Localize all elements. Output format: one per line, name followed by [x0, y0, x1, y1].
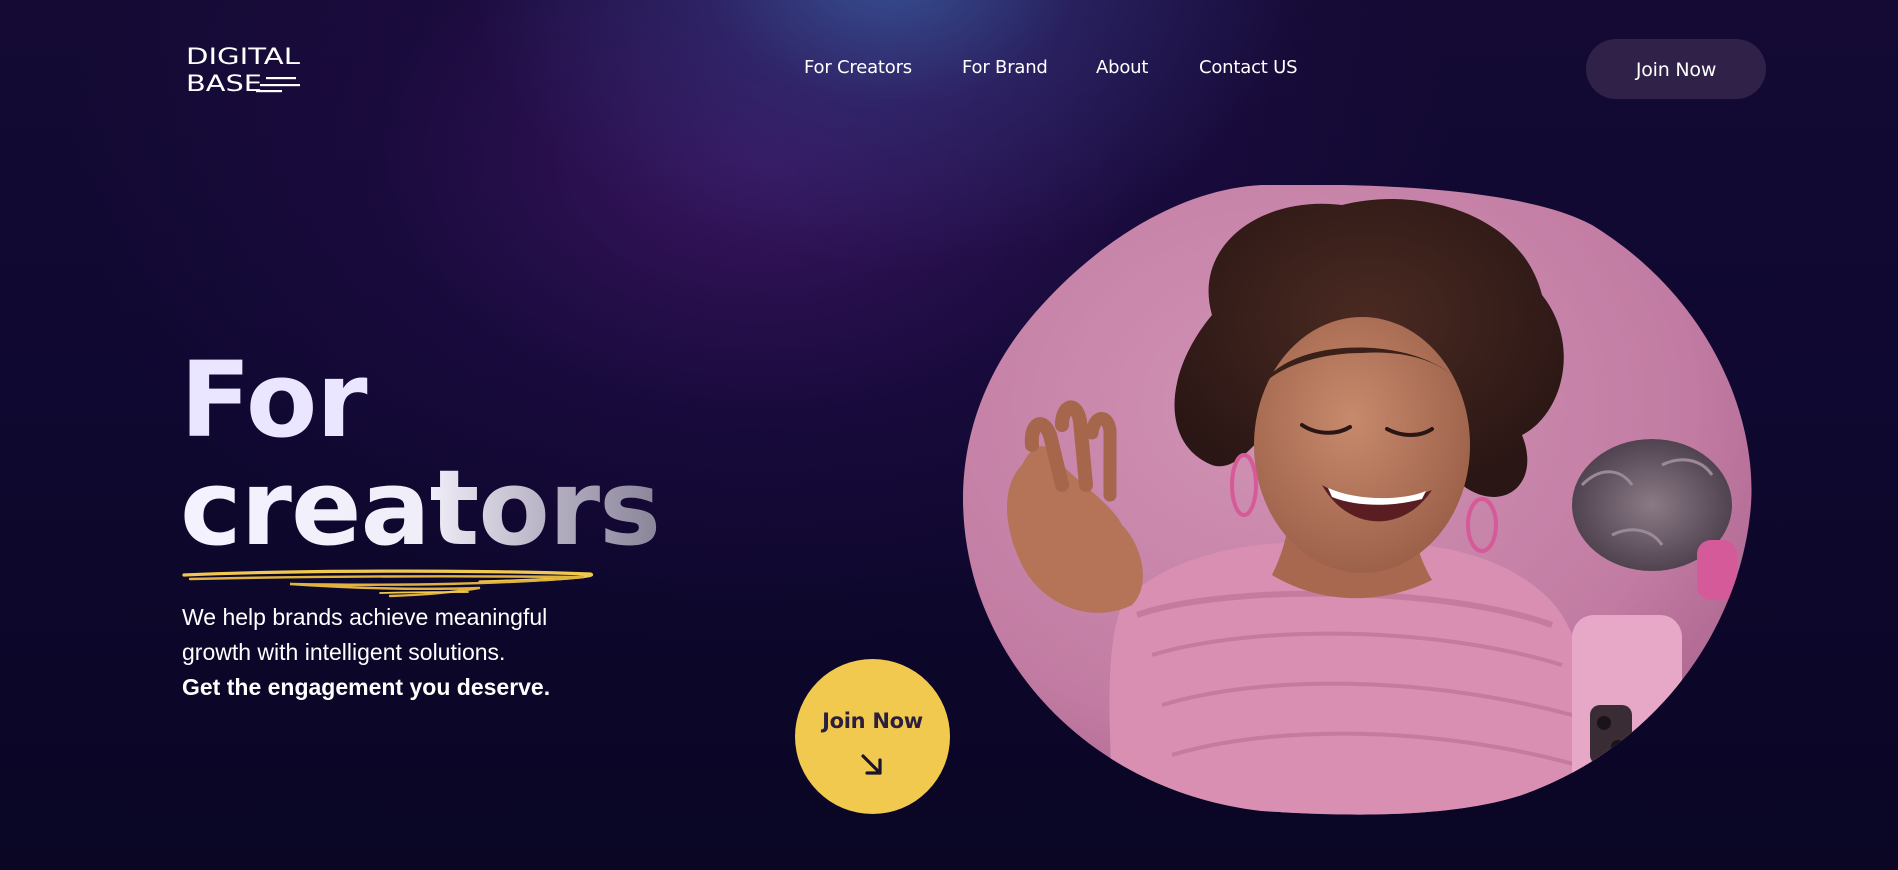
hero-title-line-1: For — [180, 339, 368, 461]
landing-page: DIGITAL BASE For Creators For Brand Abou… — [0, 0, 1898, 870]
nav-link-for-creators[interactable]: For Creators — [804, 56, 912, 80]
hero-subtitle-line-1: We help brands achieve meaningful — [182, 604, 548, 630]
hero-title-line-2: creators — [180, 447, 661, 569]
hero-join-now-button[interactable]: Join Now — [795, 659, 950, 814]
logo-stripe — [256, 90, 282, 93]
nav-link-contact-us[interactable]: Contact US — [1199, 56, 1298, 80]
nav-link-about[interactable]: About — [1096, 56, 1148, 80]
hero-join-now-label: Join Now — [822, 709, 923, 733]
hero-subtitle-bold: Get the engagement you deserve. — [182, 674, 551, 700]
header-join-now-button[interactable]: Join Now — [1586, 39, 1766, 99]
logo-stripe — [260, 84, 300, 87]
hero-title: For creators — [180, 339, 661, 569]
hero-subtitle: We help brands achieve meaningful growth… — [182, 600, 602, 705]
hero-subtitle-line-2: growth with intelligent solutions. — [182, 639, 506, 665]
creator-photo — [963, 185, 1752, 815]
nav-link-for-brand[interactable]: For Brand — [962, 56, 1048, 80]
scribble-underline-icon — [182, 569, 594, 598]
arrow-down-right-icon — [861, 754, 882, 775]
